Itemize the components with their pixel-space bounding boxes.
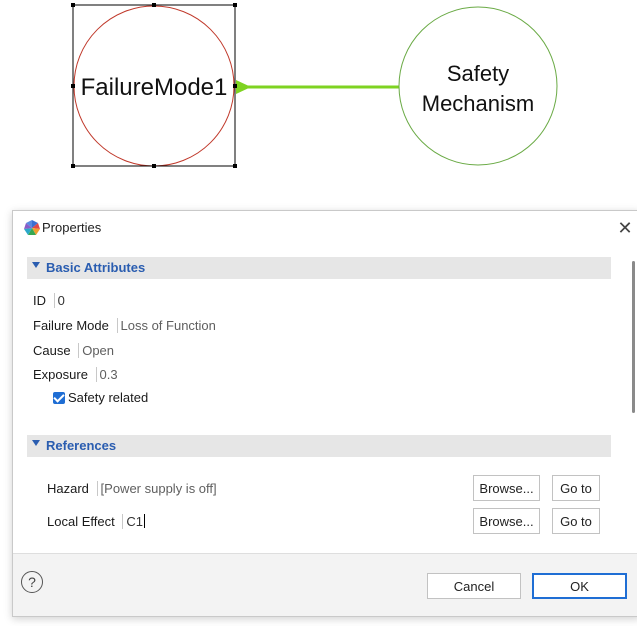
cause-label: Cause [33, 343, 71, 358]
vertical-scrollbar[interactable] [632, 261, 635, 413]
resize-handle-tl[interactable] [71, 3, 75, 7]
local-effect-field[interactable]: C1 [122, 514, 145, 529]
section-title: Basic Attributes [46, 260, 146, 275]
connector-arrowhead [236, 80, 251, 94]
exposure-field[interactable]: 0.3 [95, 367, 118, 382]
id-label: ID [33, 293, 46, 308]
hazard-label: Hazard [47, 481, 89, 496]
exposure-label: Exposure [33, 367, 88, 382]
failure-mode-field[interactable]: Loss of Function [116, 318, 216, 333]
cancel-button[interactable]: Cancel [427, 573, 521, 599]
help-icon[interactable]: ? [21, 571, 43, 593]
section-references[interactable]: References [27, 435, 611, 457]
cause-row: Cause Open [33, 343, 115, 358]
checkbox-checked-icon[interactable] [53, 392, 65, 404]
exposure-row: Exposure 0.3 [33, 367, 118, 382]
section-title: References [46, 438, 117, 453]
text-caret [143, 514, 145, 528]
properties-dialog: Properties ✕ Basic Attributes ID 0 Failu… [12, 210, 637, 617]
resize-handle-bm[interactable] [152, 164, 156, 168]
failure-mode-row: Failure Mode Loss of Function [33, 318, 216, 333]
resize-handle-mr[interactable] [233, 84, 237, 88]
hazard-goto-button[interactable]: Go to [552, 475, 600, 501]
resize-handle-ml[interactable] [71, 84, 75, 88]
resize-handle-br[interactable] [233, 164, 237, 168]
section-basic-attributes[interactable]: Basic Attributes [27, 257, 611, 279]
safety-mechanism-label-line2: Mechanism [422, 91, 534, 116]
failure-mode-label: FailureMode1 [81, 74, 228, 101]
hazard-field[interactable]: [Power supply is off] [96, 481, 217, 496]
diagram-canvas[interactable]: FailureMode1 Safety Mechanism [0, 0, 637, 200]
hazard-row: Hazard [Power supply is off] [47, 481, 217, 496]
safety-mechanism-node[interactable] [398, 6, 558, 166]
close-icon[interactable]: ✕ [612, 215, 637, 241]
dialog-titlebar[interactable]: Properties ✕ [13, 211, 637, 245]
dialog-footer: ? Cancel OK [13, 554, 637, 616]
collapse-arrow-icon[interactable] [32, 262, 40, 268]
safety-mechanism-label-line1: Safety [447, 61, 509, 86]
id-row: ID 0 [33, 293, 65, 308]
resize-handle-bl[interactable] [71, 164, 75, 168]
local-effect-browse-button[interactable]: Browse... [473, 508, 540, 534]
safety-related-label: Safety related [68, 390, 149, 405]
resize-handle-tr[interactable] [233, 3, 237, 7]
safety-related-checkbox[interactable]: Safety related [53, 390, 148, 405]
id-field[interactable]: 0 [53, 293, 65, 308]
failure-mode-label-text: Failure Mode [33, 318, 109, 333]
cause-field[interactable]: Open [78, 343, 115, 358]
dialog-title: Properties [42, 220, 102, 235]
app-logo-icon [24, 220, 40, 235]
resize-handle-tm[interactable] [152, 3, 156, 7]
hazard-browse-button[interactable]: Browse... [473, 475, 540, 501]
local-effect-goto-button[interactable]: Go to [552, 508, 600, 534]
local-effect-row: Local Effect C1 [47, 514, 145, 529]
ok-button[interactable]: OK [532, 573, 627, 599]
collapse-arrow-icon[interactable] [32, 440, 40, 446]
local-effect-label: Local Effect [47, 514, 115, 529]
